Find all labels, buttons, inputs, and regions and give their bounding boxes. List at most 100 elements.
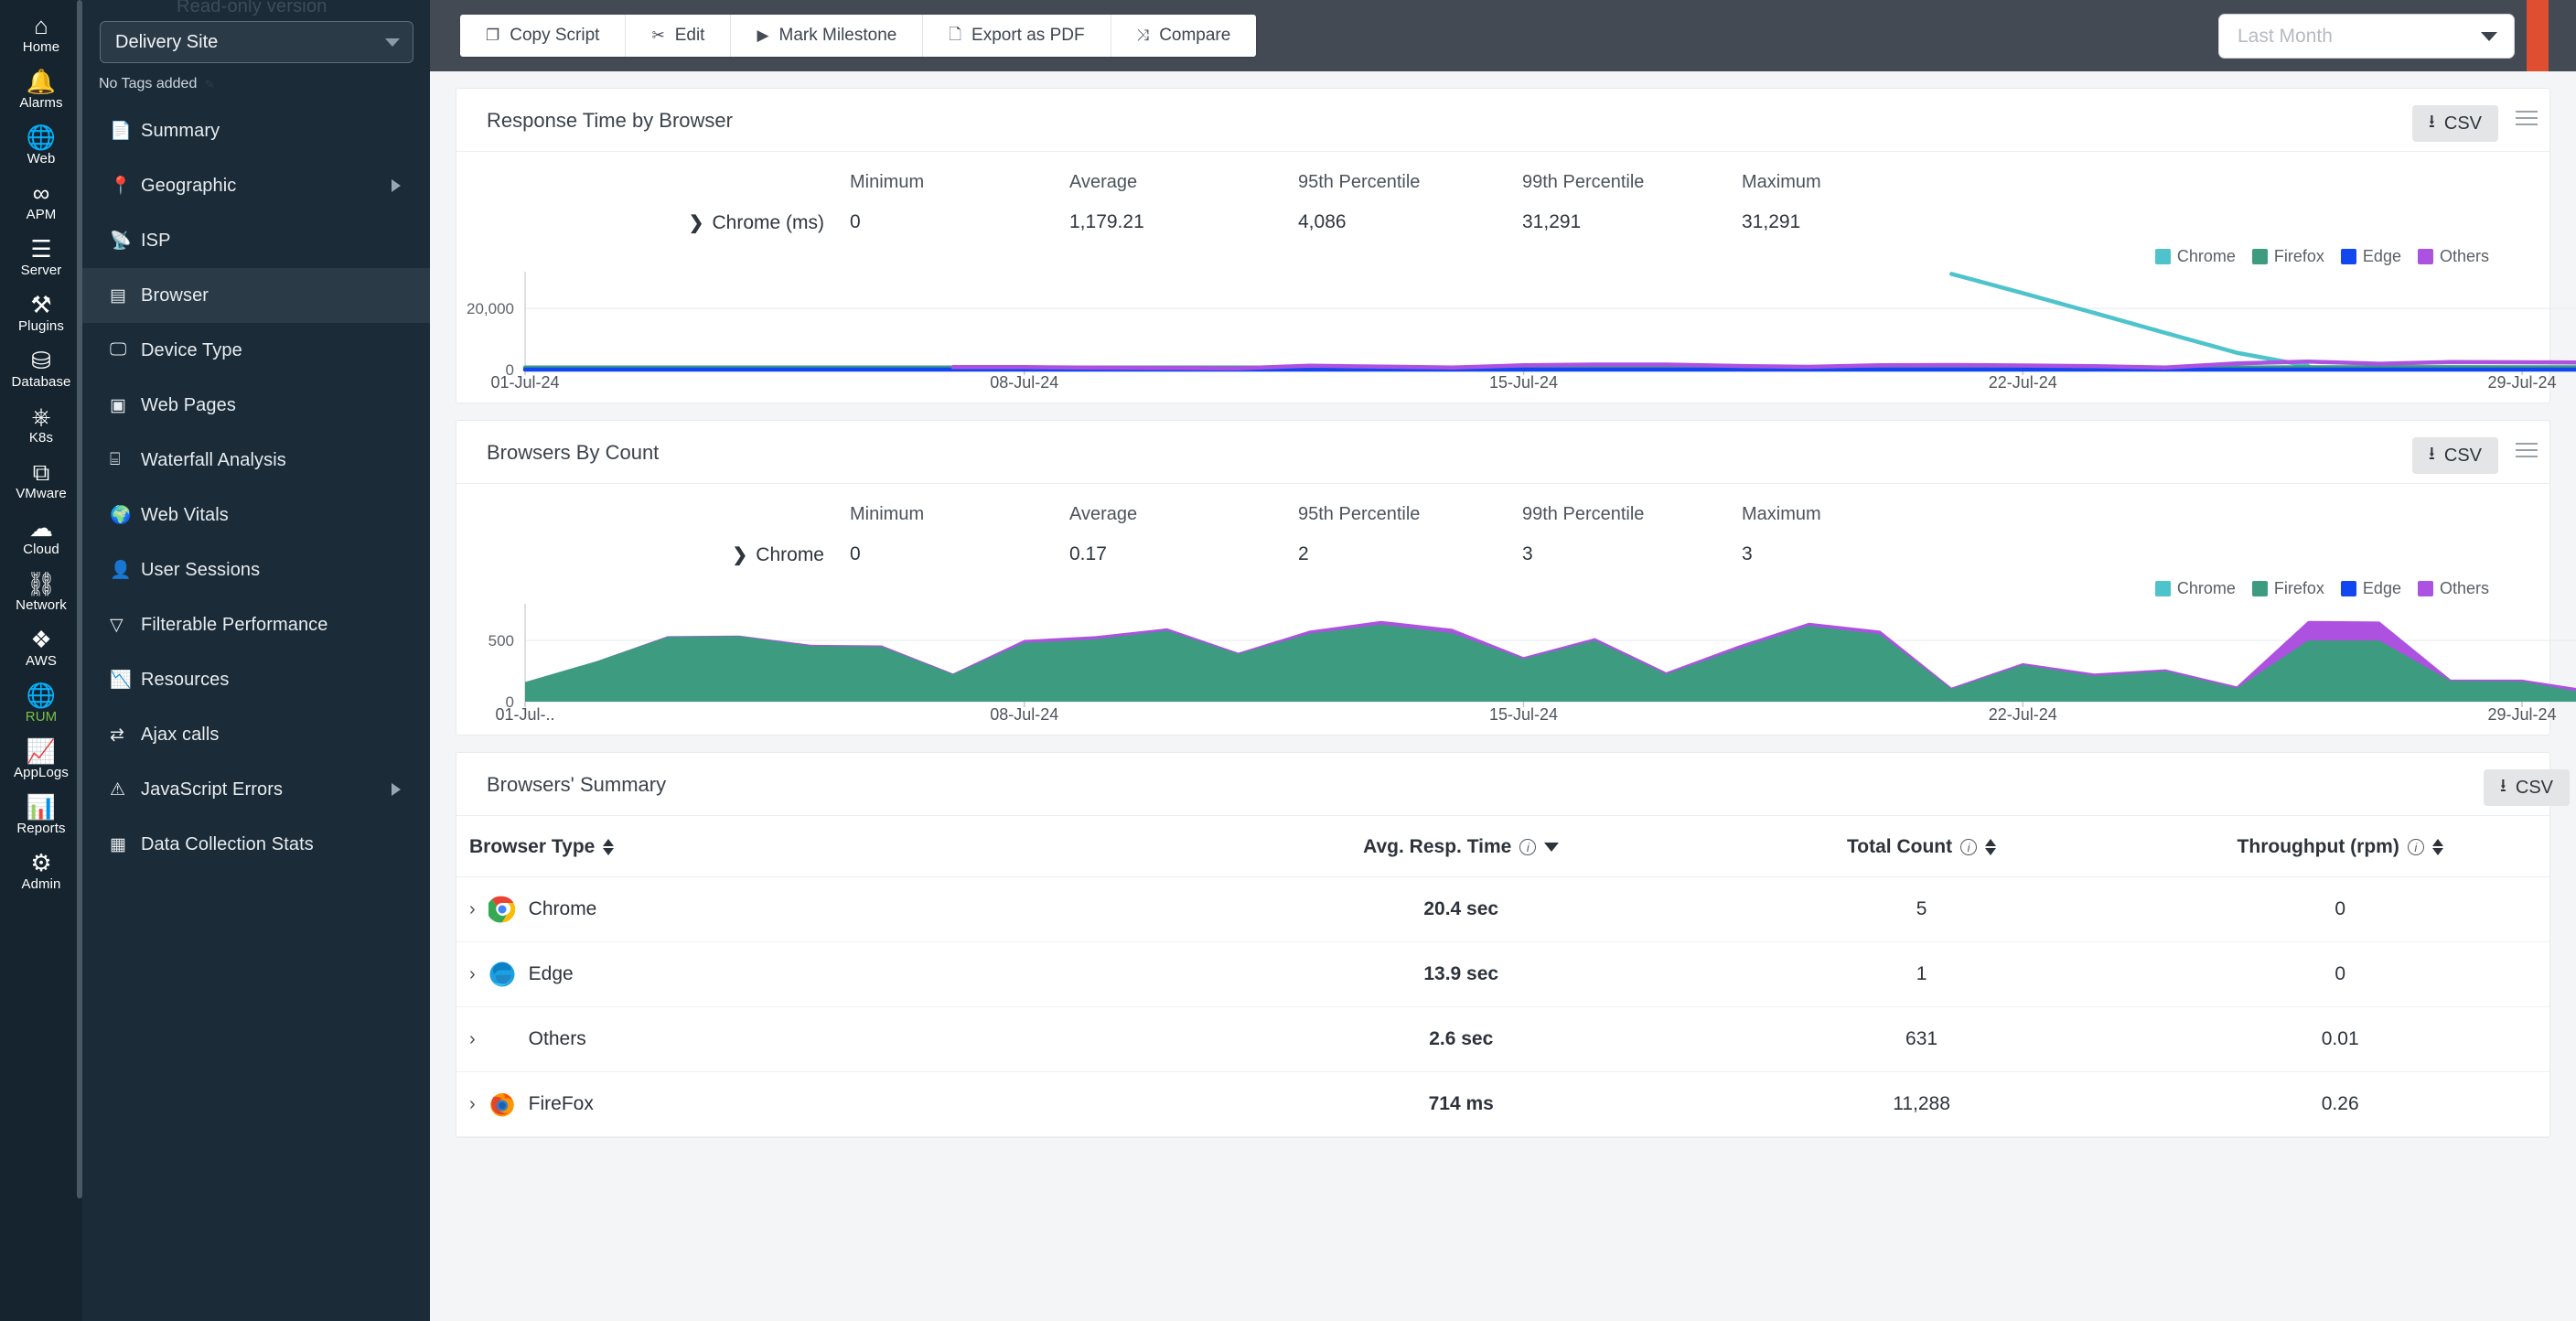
expand-row-chevron-icon[interactable]: › [469,1094,476,1115]
site-selector[interactable]: Delivery Site [100,21,413,63]
column-header-total-count[interactable]: Total Count i [1847,836,1996,858]
nav-item-web-pages[interactable]: ▣Web Pages [82,378,430,433]
toolbar-button-edit[interactable]: ✂Edit [626,15,731,57]
legend-item-edge[interactable]: Edge [2341,247,2401,266]
rail-item-applogs[interactable]: 📈AppLogs [0,731,82,787]
rail-item-admin[interactable]: ⚙Admin [0,843,82,898]
nav-item-label: Browser [141,285,209,306]
stat-header-p95: 95th Percentile [1298,504,1522,543]
legend-item-firefox[interactable]: Firefox [2252,247,2324,266]
legend-item-firefox[interactable]: Firefox [2252,579,2324,598]
legend-item-others[interactable]: Others [2418,247,2489,266]
stat-row-label[interactable]: ❯ Chrome (ms) [456,211,850,234]
isp-icon: 📡 [110,230,141,252]
rail-item-k8s[interactable]: ⎈K8s [0,396,82,452]
sort-arrows-icon[interactable] [603,839,614,855]
rail-item-reports[interactable]: 📊Reports [0,787,82,843]
sort-arrows-icon[interactable] [2432,839,2443,855]
legend-item-chrome[interactable]: Chrome [2155,579,2236,598]
csv-download-button[interactable]: ⭳ CSV [2484,769,2570,806]
chevron-right-icon[interactable] [392,783,401,796]
stat-row-label[interactable]: ❯ Chrome [456,543,850,566]
binoculars-icon: ∞ [33,181,50,205]
nav-item-isp[interactable]: 📡ISP [82,213,430,268]
stat-value-p95: 2 [1298,543,1522,566]
chevron-right-icon[interactable] [392,179,401,192]
x-axis-tick-label: 15-Jul-24 [1489,373,1558,390]
nav-item-waterfall-analysis[interactable]: ⌸Waterfall Analysis [82,433,430,488]
time-period-selector[interactable]: Last Month [2218,14,2515,59]
nav-item-filterable-performance[interactable]: ▽Filterable Performance [82,597,430,652]
rail-item-alarms[interactable]: 🔔Alarms [0,61,82,117]
sort-desc-icon[interactable] [1544,843,1559,852]
rail-item-home[interactable]: ⌂Home [0,5,82,61]
column-header-avg-resp-time[interactable]: Avg. Resp. Time i [1363,836,1559,858]
toolbar-button-copy-script[interactable]: ❐Copy Script [460,15,626,57]
table-row[interactable]: ›Others2.6 sec6310.01 [456,1007,2549,1072]
rail-item-plugins[interactable]: ⚒Plugins [0,285,82,340]
csv-download-button[interactable]: ⭳ CSV [2412,105,2498,142]
aws-icon: ❖ [30,628,51,651]
nav-item-data-collection-stats[interactable]: ▦Data Collection Stats [82,817,430,872]
response-time-chart[interactable]: 020,00001-Jul-2408-Jul-2415-Jul-2422-Jul… [456,266,2549,403]
nav-item-label: Waterfall Analysis [141,450,286,471]
toolbar-button-mark-milestone[interactable]: ▶Mark Milestone [731,15,923,57]
y-axis-tick-label: 500 [488,632,514,650]
nav-item-user-sessions[interactable]: 👤User Sessions [82,542,430,597]
cell-total-count: 631 [1712,1007,2131,1072]
table-row[interactable]: ›FireFox714 ms11,2880.26 [456,1072,2549,1137]
toolbar-button-compare[interactable]: ⤨Compare [1111,15,1257,57]
rail-item-rum[interactable]: 🌐RUM [0,675,82,731]
table-row[interactable]: ›Edge13.9 sec10 [456,942,2549,1007]
warning-triangle-icon: ⚠ [110,779,141,800]
nav-item-ajax-calls[interactable]: ⇄Ajax calls [82,707,430,762]
rail-item-label: Admin [21,877,60,892]
info-icon[interactable]: i [1960,839,1977,855]
rail-item-aws[interactable]: ❖AWS [0,619,82,675]
tags-row[interactable]: No Tags added ✎ [99,76,430,92]
info-icon[interactable]: i [2408,839,2424,855]
sort-arrows-icon[interactable] [1985,839,1996,855]
rail-item-vmware[interactable]: ⧉VMware [0,452,82,508]
rail-item-apm[interactable]: ∞APM [0,173,82,229]
panel-menu-icon[interactable] [2516,111,2538,125]
tag-edit-icon[interactable]: ✎ [204,77,215,92]
edge-icon [488,961,516,988]
legend-label: Chrome [2177,247,2236,266]
browser-name: Chrome [529,898,597,920]
column-header-browser-type[interactable]: Browser Type [469,836,614,858]
toolbar-button-export-as-pdf[interactable]: 🗋Export as PDF [923,15,1111,57]
expand-row-chevron-icon[interactable]: › [469,964,476,985]
cell-throughput: 0 [2131,942,2549,1007]
expand-row-chevron-icon[interactable]: › [469,899,476,920]
nav-item-web-vitals[interactable]: 🌍Web Vitals [82,488,430,542]
expand-row-chevron-icon[interactable]: › [469,1029,476,1050]
rail-item-web[interactable]: 🌐Web [0,117,82,173]
rail-item-cloud[interactable]: ☁Cloud [0,508,82,564]
rail-item-database[interactable]: ⛁Database [0,340,82,396]
table-row[interactable]: ›Chrome20.4 sec50 [456,877,2549,942]
nav-item-resources[interactable]: 📉Resources [82,652,430,707]
legend-label: Edge [2363,579,2401,598]
x-axis-tick-label: 29-Jul-24 [2488,705,2557,722]
panel-menu-icon[interactable] [2516,443,2538,457]
ajax-exchange-icon: ⇄ [110,725,141,746]
rail-item-server[interactable]: ☰Server [0,229,82,285]
csv-download-button[interactable]: ⭳ CSV [2412,437,2498,474]
legend-item-edge[interactable]: Edge [2341,579,2401,598]
legend-swatch-icon [2155,581,2171,596]
database-icon: ⛁ [31,349,51,372]
rail-item-network[interactable]: ⛓Network [0,564,82,619]
nav-item-geographic[interactable]: 📍Geographic [82,158,430,213]
nav-item-javascript-errors[interactable]: ⚠JavaScript Errors [82,762,430,817]
nav-item-summary[interactable]: 📄Summary [82,103,430,158]
column-header-throughput[interactable]: Throughput (rpm) i [2238,836,2443,858]
legend-item-chrome[interactable]: Chrome [2155,247,2236,266]
nav-item-list: 📄Summary📍Geographic📡ISP▤Browser🖵Device T… [82,103,430,872]
info-icon[interactable]: i [1519,839,1536,855]
nav-item-device-type[interactable]: 🖵Device Type [82,323,430,378]
nav-item-label: User Sessions [141,560,260,581]
nav-item-browser[interactable]: ▤Browser [82,268,430,323]
legend-item-others[interactable]: Others [2418,579,2489,598]
browsers-by-count-chart[interactable]: 050001-Jul-..08-Jul-2415-Jul-2422-Jul-24… [456,598,2549,735]
